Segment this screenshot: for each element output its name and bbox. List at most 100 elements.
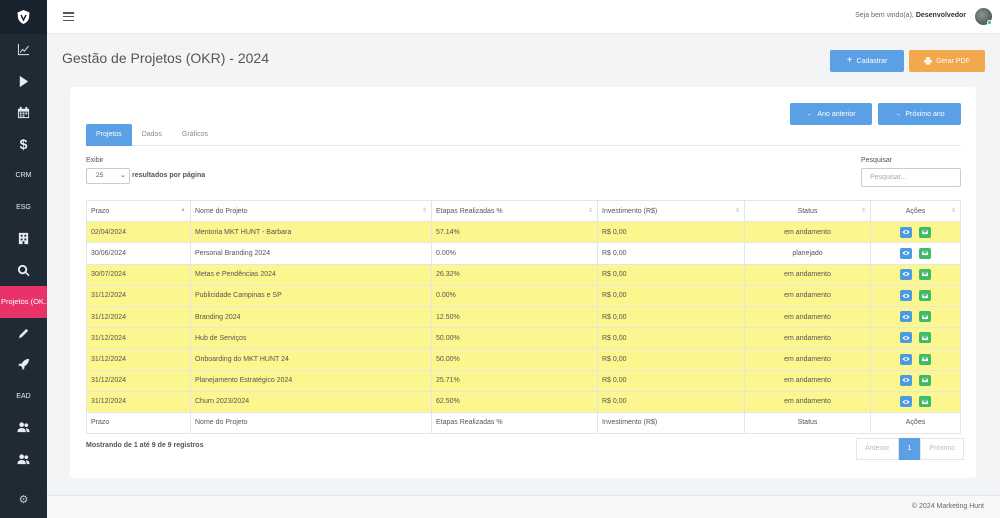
view-eye-icon[interactable]	[900, 332, 912, 344]
sidebar-item-crm[interactable]: CRM	[0, 160, 47, 192]
ano-anterior-button[interactable]: ← Ano anterior	[790, 103, 872, 125]
view-eye-icon[interactable]	[900, 396, 912, 408]
view-eye-icon[interactable]	[900, 268, 912, 280]
sort-asc-icon: ▲	[180, 207, 186, 213]
view-eye-icon[interactable]	[900, 374, 912, 386]
view-eye-icon[interactable]	[900, 311, 912, 323]
col-etapas[interactable]: Etapas Realizadas % ⇕	[431, 199, 598, 223]
cell-etapas: 26.32%	[431, 263, 598, 286]
foot-investimento: Investimento (R$)	[597, 411, 745, 435]
play-icon[interactable]	[0, 66, 47, 98]
plus-icon: +	[846, 55, 853, 66]
tab-dados[interactable]: Dados	[132, 124, 172, 146]
cadastrar-button[interactable]: + Cadastrar	[830, 50, 904, 72]
col-prazo[interactable]: Prazo ▲	[86, 199, 191, 223]
sidebar-item-ead[interactable]: EAD	[0, 381, 47, 413]
col-status[interactable]: Status ⇕	[744, 199, 871, 223]
col-investimento[interactable]: Investimento (R$) ⇕	[597, 199, 745, 223]
cell-acoes	[870, 390, 961, 413]
cell-prazo: 31/12/2024	[86, 348, 191, 371]
per-page-label: resultados por página	[132, 172, 206, 179]
cell-prazo: 30/07/2024	[86, 263, 191, 286]
foot-status: Status	[744, 411, 871, 435]
cell-etapas: 25.71%	[431, 369, 598, 392]
search-icon[interactable]	[0, 255, 47, 287]
view-eye-icon[interactable]	[900, 226, 912, 238]
proximo-ano-button[interactable]: → Próximo ano	[878, 103, 961, 125]
mail-icon[interactable]	[919, 268, 931, 280]
sidebar-item-esg[interactable]: ESG	[0, 192, 47, 224]
tab-bar: Projetos Dados Gráficos	[86, 124, 961, 146]
cell-investimento: R$ 0,00	[597, 348, 745, 371]
page-size-value: 25	[96, 172, 104, 179]
cell-investimento: R$ 0,00	[597, 284, 745, 307]
exibir-label: Exibir	[86, 157, 104, 164]
col-nome[interactable]: Nome do Projeto ⇕	[190, 199, 432, 223]
topbar: Seja bem vindo(a), Desenvolvedor	[47, 0, 1000, 34]
calendar-icon[interactable]	[0, 97, 47, 129]
dollar-icon[interactable]: $	[0, 129, 47, 161]
mail-icon[interactable]	[919, 396, 931, 408]
gerar-pdf-button[interactable]: Gerar PDF	[909, 50, 985, 72]
table-row: 31/12/2024 Planejamento Estratégico 2024 2…	[86, 369, 961, 392]
users-icon[interactable]	[0, 444, 47, 476]
building-icon[interactable]	[0, 223, 47, 255]
gear-icon[interactable]: ⚙	[0, 493, 47, 506]
cell-acoes	[870, 221, 961, 244]
tab-projetos[interactable]: Projetos	[86, 124, 132, 146]
cell-etapas: 12.50%	[431, 305, 598, 329]
tab-graficos[interactable]: Gráficos	[172, 124, 218, 146]
cell-investimento: R$ 0,00	[597, 369, 745, 392]
sidebar: $ CRM ESG Projetos (OK... EAD ⚙	[0, 0, 47, 518]
cell-status: em andamento	[744, 369, 871, 392]
ano-anterior-label: Ano anterior	[817, 110, 856, 118]
printer-icon	[924, 57, 932, 65]
logo-shield-icon[interactable]	[0, 0, 47, 34]
view-eye-icon[interactable]	[900, 353, 912, 365]
pencil-icon[interactable]	[0, 318, 47, 350]
cell-prazo: 31/12/2024	[86, 369, 191, 392]
view-eye-icon[interactable]	[900, 247, 912, 259]
copyright: © 2024 Marketing Hunt	[911, 503, 984, 510]
cell-prazo: 31/12/2024	[86, 390, 191, 413]
cell-prazo: 02/04/2024	[86, 221, 191, 244]
chevron-down-icon: ⌄	[120, 172, 126, 179]
cell-nome: Planejamento Estratégico 2024	[190, 369, 432, 392]
pagination-page-1[interactable]: 1	[898, 438, 921, 460]
table-row: 31/12/2024 Churn 2023/2024 62.50% R$ 0,00 em…	[86, 390, 961, 413]
mail-icon[interactable]	[919, 374, 931, 386]
page-size-select[interactable]: 25 ⌄	[86, 168, 130, 184]
mail-icon[interactable]	[919, 332, 931, 344]
proximo-ano-label: Próximo ano	[905, 110, 945, 118]
users-icon[interactable]	[0, 412, 47, 444]
chart-icon[interactable]	[0, 34, 47, 66]
cell-nome: Personal Branding 2024	[190, 242, 432, 265]
pagination-prev[interactable]: Anterior	[856, 438, 899, 460]
cell-status: planejado	[744, 242, 871, 265]
cell-investimento: R$ 0,00	[597, 221, 745, 244]
user-name[interactable]: Desenvolvedor	[916, 12, 966, 19]
col-acoes[interactable]: Ações ⇕	[870, 199, 961, 223]
pagination-next[interactable]: Próximo	[920, 438, 965, 460]
cell-nome: Hub de Serviços	[190, 327, 432, 350]
mail-icon[interactable]	[919, 247, 931, 259]
pesquisar-label: Pesquisar	[861, 157, 893, 164]
cell-prazo: 31/12/2024	[86, 284, 191, 307]
welcome-text: Seja bem vindo(a), Desenvolvedor	[855, 12, 966, 19]
mail-icon[interactable]	[919, 290, 931, 302]
rocket-icon[interactable]	[0, 349, 47, 381]
cell-etapas: 62.50%	[431, 390, 598, 413]
cell-investimento: R$ 0,00	[597, 327, 745, 350]
view-eye-icon[interactable]	[900, 290, 912, 302]
sidebar-item-projetos[interactable]: Projetos (OK...	[0, 286, 47, 318]
menu-toggle-icon[interactable]	[63, 12, 74, 22]
mail-icon[interactable]	[919, 353, 931, 365]
page-title: Gestão de Projetos (OKR) - 2024	[62, 50, 269, 66]
cell-acoes	[870, 305, 961, 329]
mail-icon[interactable]	[919, 311, 931, 323]
table-body: 02/04/2024 Mentoria MKT HUNT - Barbara 57.…	[86, 221, 961, 413]
mail-icon[interactable]	[919, 226, 931, 238]
search-input[interactable]: Pesquisar...	[861, 168, 961, 187]
cell-nome: Mentoria MKT HUNT - Barbara	[190, 221, 432, 244]
table-row: 31/12/2024 Publicidade Campinas e SP 0.00%…	[86, 284, 961, 307]
